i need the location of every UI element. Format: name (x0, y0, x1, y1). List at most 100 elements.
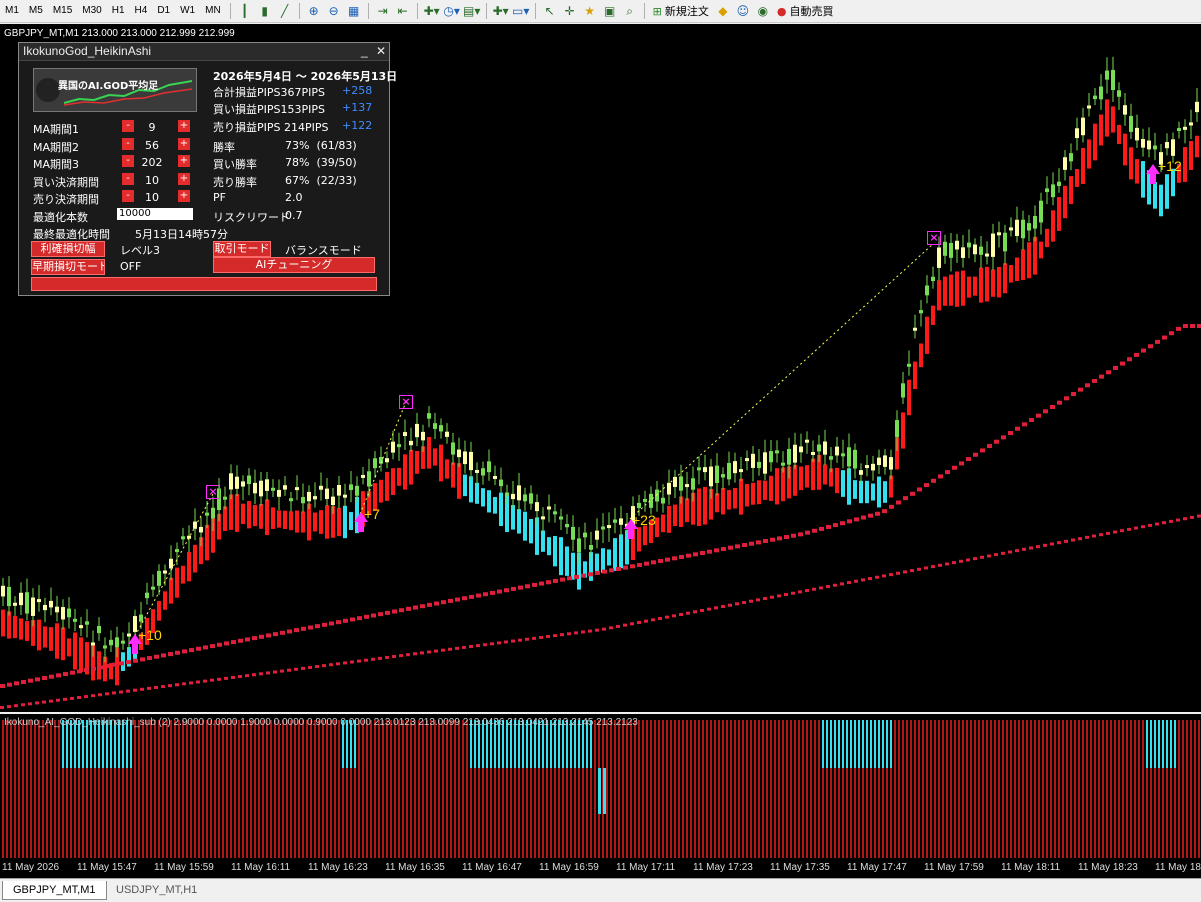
increment-button[interactable]: + (178, 138, 190, 150)
sub-bar-cyan (598, 768, 601, 814)
ha-bar (25, 621, 29, 641)
param-value[interactable]: 202 (140, 156, 164, 169)
ma-slow-dot (175, 683, 179, 687)
ma-mid-dot (112, 662, 117, 667)
sub-bar (690, 720, 692, 858)
tf-mn[interactable]: MN (200, 1, 226, 21)
param-value[interactable]: 10 (140, 191, 164, 204)
param-value[interactable]: 9 (140, 121, 164, 134)
tile-windows-icon[interactable]: ▦ (344, 1, 364, 21)
tf-m1[interactable]: M1 (0, 1, 24, 21)
increment-button[interactable]: + (178, 120, 190, 132)
period-clock-icon[interactable]: ◷▾ (442, 1, 462, 21)
ma-mid-dot (721, 547, 726, 552)
tf-d1[interactable]: D1 (152, 1, 175, 21)
signal-icon[interactable]: ◉ (753, 1, 773, 21)
increment-button[interactable]: + (178, 190, 190, 202)
ma-mid-dot (784, 535, 789, 540)
candle-body (943, 241, 947, 256)
ha-bar (271, 507, 275, 529)
sub-bar-cyan (890, 720, 892, 768)
ha-bar (499, 492, 503, 526)
objects-icon[interactable]: ▭▾ (511, 1, 531, 21)
sub-bar (942, 720, 944, 858)
cursor-icon[interactable]: ↖ (540, 1, 560, 21)
navigator-icon[interactable]: ▣ (600, 1, 620, 21)
templates-icon[interactable]: ▤▾ (462, 1, 482, 21)
tp-sl-button[interactable]: 利確損切幅 (31, 241, 105, 257)
tf-h1[interactable]: H1 (107, 1, 130, 21)
sub-indicator-window[interactable] (0, 714, 1201, 858)
indicators-icon[interactable]: ✚▾ (422, 1, 442, 21)
new-order-button[interactable]: ⊞ 新規注文 (649, 3, 713, 19)
tab-gbpjpy[interactable]: GBPJPY_MT,M1 (2, 881, 107, 900)
ha-bar (13, 615, 17, 639)
trade-result-label: +12 (1158, 158, 1182, 174)
cross-add-icon[interactable]: ✚▾ (491, 1, 511, 21)
ha-bar (397, 467, 401, 486)
ha-bar (769, 475, 773, 501)
bar-chart-icon[interactable]: ┃ (235, 1, 255, 21)
decrement-button[interactable]: - (122, 138, 134, 150)
ma-mid-dot (196, 646, 201, 651)
auto-trade-label: 自動売買 (789, 5, 834, 18)
sub-bar (1018, 720, 1020, 858)
early-sl-button[interactable]: 早期損切モード (31, 259, 105, 275)
ma-slow-dot (595, 628, 599, 632)
tf-h4[interactable]: H4 (130, 1, 153, 21)
star-folder-icon[interactable]: ★ (580, 1, 600, 21)
opt-count-input[interactable]: 10000 (117, 208, 193, 220)
sub-bar (1062, 720, 1064, 858)
metaeditor-icon[interactable]: ◆ (713, 1, 733, 21)
zoom-in-icon[interactable]: ⊕ (304, 1, 324, 21)
chart-shift-icon[interactable]: ⇤ (393, 1, 413, 21)
param-value[interactable]: 56 (140, 139, 164, 152)
candle-body (793, 444, 797, 463)
ma-mid-dot (301, 626, 306, 631)
sub-bar (746, 720, 748, 858)
ma-slow-dot (973, 557, 977, 561)
line-chart-icon[interactable]: ╱ (275, 1, 295, 21)
sub-bar (950, 720, 952, 858)
decrement-button[interactable]: - (122, 120, 134, 132)
close-icon[interactable]: ✕ (376, 44, 386, 58)
ma-mid-dot (581, 573, 586, 578)
increment-button[interactable]: + (178, 173, 190, 185)
sub-bar (302, 720, 304, 858)
increment-button[interactable]: + (178, 155, 190, 167)
ha-bar (1189, 141, 1193, 170)
tf-w1[interactable]: W1 (175, 1, 200, 21)
candle-body (367, 471, 371, 487)
decrement-button[interactable]: - (122, 173, 134, 185)
candle-body (1189, 122, 1193, 126)
panel-titlebar[interactable]: IkokunoGod_HeikinAshi _ ✕ (19, 43, 389, 61)
candle-body (163, 570, 167, 574)
last-opt-label: 最終最適化時間 (33, 228, 110, 241)
auto-trade-button[interactable]: ● 自動売買 (773, 3, 838, 19)
candle-body (415, 423, 419, 438)
auto-scroll-icon[interactable]: ⇥ (373, 1, 393, 21)
people-icon[interactable]: ☺ (733, 1, 753, 21)
decrement-button[interactable]: - (122, 190, 134, 202)
tf-m5[interactable]: M5 (24, 1, 48, 21)
ha-bar (1153, 182, 1157, 209)
candle-chart-icon[interactable]: ▮ (255, 1, 275, 21)
tf-m15[interactable]: M15 (48, 1, 77, 21)
ha-bar (301, 511, 305, 533)
decrement-button[interactable]: - (122, 155, 134, 167)
ma-mid-dot (126, 660, 131, 665)
ma-slow-dot (637, 620, 641, 624)
ai-tuning-button[interactable]: AIチューニング (213, 257, 375, 273)
zoom-out-icon[interactable]: ⊖ (324, 1, 344, 21)
ha-bar (703, 486, 707, 525)
minimize-icon[interactable]: _ (361, 44, 368, 58)
tf-m30[interactable]: M30 (77, 1, 106, 21)
trade-mode-button[interactable]: 取引モード (213, 241, 271, 257)
crosshair-icon[interactable]: ✛ (560, 1, 580, 21)
tab-usdjpy[interactable]: USDJPY_MT,H1 (106, 881, 207, 899)
param-value[interactable]: 10 (140, 174, 164, 187)
ma-mid-dot (238, 638, 243, 643)
candle-body (205, 512, 209, 516)
sub-bar (50, 720, 52, 858)
search-icon[interactable]: ⌕ (620, 1, 640, 21)
